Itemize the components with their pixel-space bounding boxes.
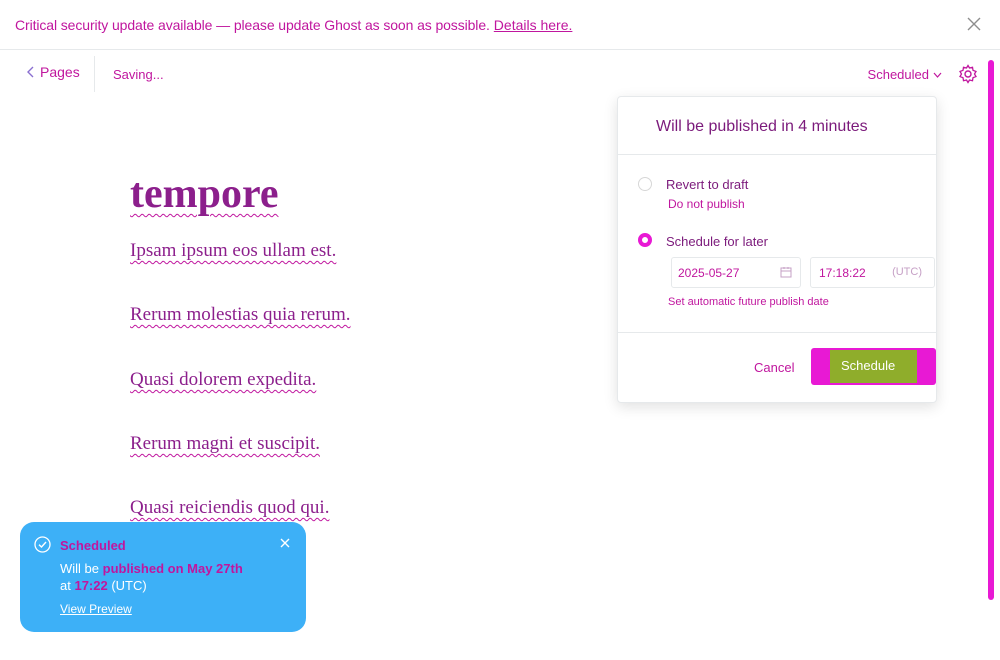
editor-paragraph[interactable]: Ipsam ipsum eos ullam est. bbox=[130, 240, 336, 262]
panel-heading: Will be published in 4 minutes bbox=[618, 97, 936, 155]
post-title[interactable]: tempore bbox=[130, 170, 279, 218]
alert-details-link[interactable]: Details here. bbox=[494, 17, 573, 33]
security-alert-banner: Critical security update available — ple… bbox=[0, 0, 1000, 50]
schedule-for-later-label[interactable]: Schedule for later bbox=[666, 234, 768, 249]
alert-message: Critical security update available — ple… bbox=[15, 16, 490, 33]
chevron-left-icon bbox=[27, 66, 34, 78]
panel-footer-divider bbox=[618, 332, 936, 333]
scrollbar-thumb[interactable] bbox=[988, 60, 994, 600]
close-icon[interactable] bbox=[280, 538, 290, 548]
toast-publish-time: 17:22 bbox=[74, 578, 108, 593]
schedule-for-later-radio[interactable] bbox=[638, 233, 652, 247]
publish-date-input[interactable]: 2025-05-27 bbox=[671, 257, 801, 288]
toast-publish-date: published on May 27th bbox=[102, 561, 243, 576]
check-circle-icon bbox=[34, 536, 51, 553]
timezone-label: (UTC) bbox=[892, 266, 922, 278]
paragraph-text: Rerum molestias quia rerum. bbox=[130, 304, 351, 325]
revert-to-draft-label[interactable]: Revert to draft bbox=[666, 177, 748, 192]
schedule-button-label: Schedule bbox=[841, 358, 896, 373]
paragraph-text: Quasi reiciendis quod qui. bbox=[130, 497, 330, 518]
revert-to-draft-description: Do not publish bbox=[668, 197, 745, 211]
publish-date-value: 2025-05-27 bbox=[678, 266, 740, 280]
paragraph-text: Ipsam ipsum eos ullam est. bbox=[130, 240, 337, 261]
publish-time-input[interactable]: 17:18:22 (UTC) bbox=[810, 257, 935, 288]
calendar-icon[interactable] bbox=[780, 266, 792, 278]
view-preview-link[interactable]: View Preview bbox=[60, 602, 132, 616]
revert-to-draft-radio[interactable] bbox=[638, 177, 652, 191]
save-status: Saving... bbox=[113, 67, 164, 82]
toast-line2-prefix: at bbox=[60, 578, 71, 593]
toast-timezone: (UTC) bbox=[111, 578, 147, 593]
settings-gear-icon[interactable] bbox=[958, 64, 978, 84]
toast-line1-prefix: Will be bbox=[60, 561, 100, 576]
chevron-down-icon bbox=[933, 72, 942, 78]
toast-title: Scheduled bbox=[60, 538, 126, 553]
scheduled-toast: Scheduled Will be published on May 27th … bbox=[20, 522, 306, 632]
close-icon[interactable] bbox=[966, 16, 982, 32]
topbar-divider bbox=[94, 56, 95, 92]
paragraph-text: Quasi dolorem expedita. bbox=[130, 369, 317, 390]
back-to-pages-link[interactable]: Pages bbox=[26, 64, 80, 80]
schedule-hint: Set automatic future publish date bbox=[668, 296, 829, 308]
schedule-button[interactable]: Schedule bbox=[811, 348, 936, 385]
paragraph-text: Rerum magni et suscipit. bbox=[130, 433, 320, 454]
editor-paragraph[interactable]: Quasi dolorem expedita. bbox=[130, 369, 316, 391]
editor-paragraph[interactable]: Rerum magni et suscipit. bbox=[130, 433, 320, 455]
cancel-button[interactable]: Cancel bbox=[754, 360, 794, 375]
publish-status-label: Scheduled bbox=[867, 67, 929, 82]
editor-paragraph[interactable]: Rerum molestias quia rerum. bbox=[130, 304, 351, 326]
publish-settings-panel: Will be published in 4 minutes Revert to… bbox=[617, 96, 937, 403]
publish-time-value: 17:18:22 bbox=[819, 266, 866, 280]
toast-message-line1: Will be published on May 27th bbox=[60, 561, 243, 576]
toast-message-line2: at 17:22 (UTC) bbox=[60, 578, 147, 593]
back-label: Pages bbox=[40, 64, 80, 80]
editor-topbar: Pages Saving... Scheduled bbox=[0, 51, 1000, 97]
editor-paragraph[interactable]: Quasi reiciendis quod qui. bbox=[130, 497, 329, 519]
publish-status-dropdown[interactable]: Scheduled bbox=[868, 67, 942, 82]
